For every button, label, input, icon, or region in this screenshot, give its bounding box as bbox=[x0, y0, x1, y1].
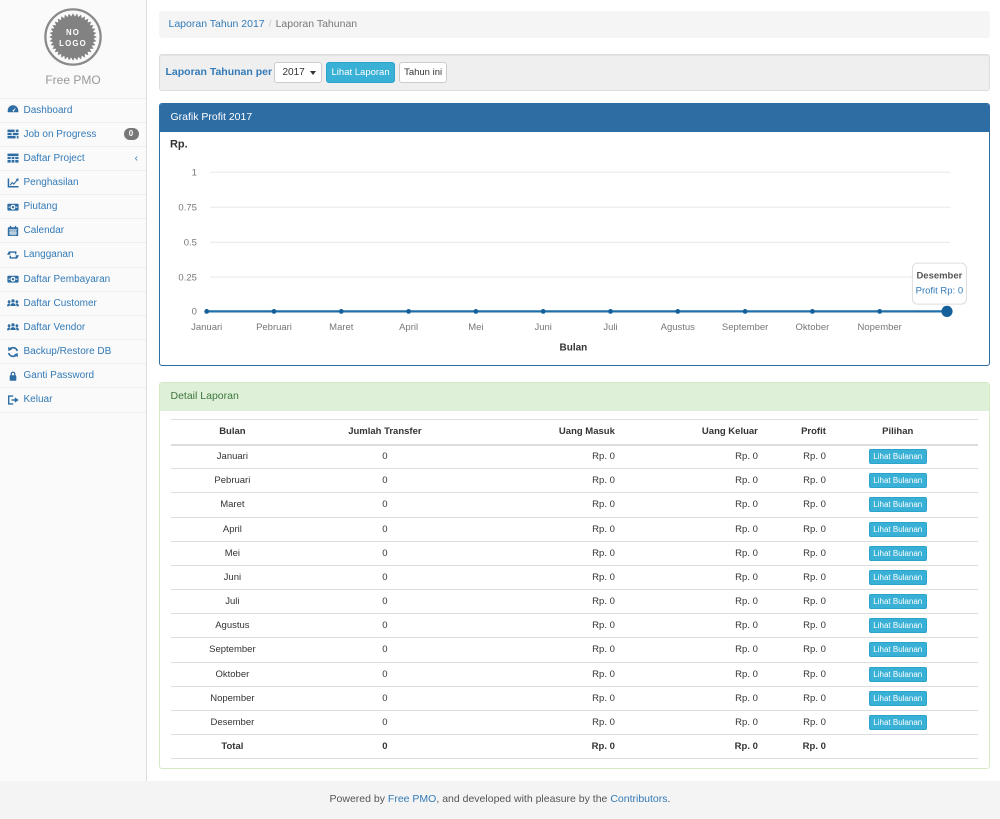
svg-text:Mei: Mei bbox=[468, 321, 483, 332]
svg-text:Pebruari: Pebruari bbox=[256, 321, 292, 332]
svg-text:0.75: 0.75 bbox=[178, 202, 196, 213]
svg-text:Juni: Juni bbox=[534, 321, 551, 332]
svg-text:Maret: Maret bbox=[329, 321, 354, 332]
svg-text:Januari: Januari bbox=[191, 321, 222, 332]
svg-text:Juli: Juli bbox=[603, 321, 617, 332]
svg-text:LOGO: LOGO bbox=[59, 39, 87, 48]
svg-text:April: April bbox=[399, 321, 418, 332]
svg-text:0.25: 0.25 bbox=[178, 272, 196, 283]
svg-text:September: September bbox=[721, 321, 767, 332]
svg-text:0: 0 bbox=[191, 306, 196, 317]
svg-text:Oktober: Oktober bbox=[795, 321, 829, 332]
svg-text:NO: NO bbox=[66, 28, 80, 37]
svg-text:1: 1 bbox=[191, 167, 196, 178]
svg-text:Nopember: Nopember bbox=[857, 321, 901, 332]
svg-text:Bulan: Bulan bbox=[559, 342, 587, 353]
svg-text:Rp.: Rp. bbox=[170, 138, 188, 150]
svg-text:Agustus: Agustus bbox=[660, 321, 695, 332]
svg-text:Desember: Desember bbox=[916, 270, 962, 281]
svg-text:Profit Rp: 0: Profit Rp: 0 bbox=[915, 285, 962, 296]
svg-text:0.5: 0.5 bbox=[183, 237, 196, 248]
